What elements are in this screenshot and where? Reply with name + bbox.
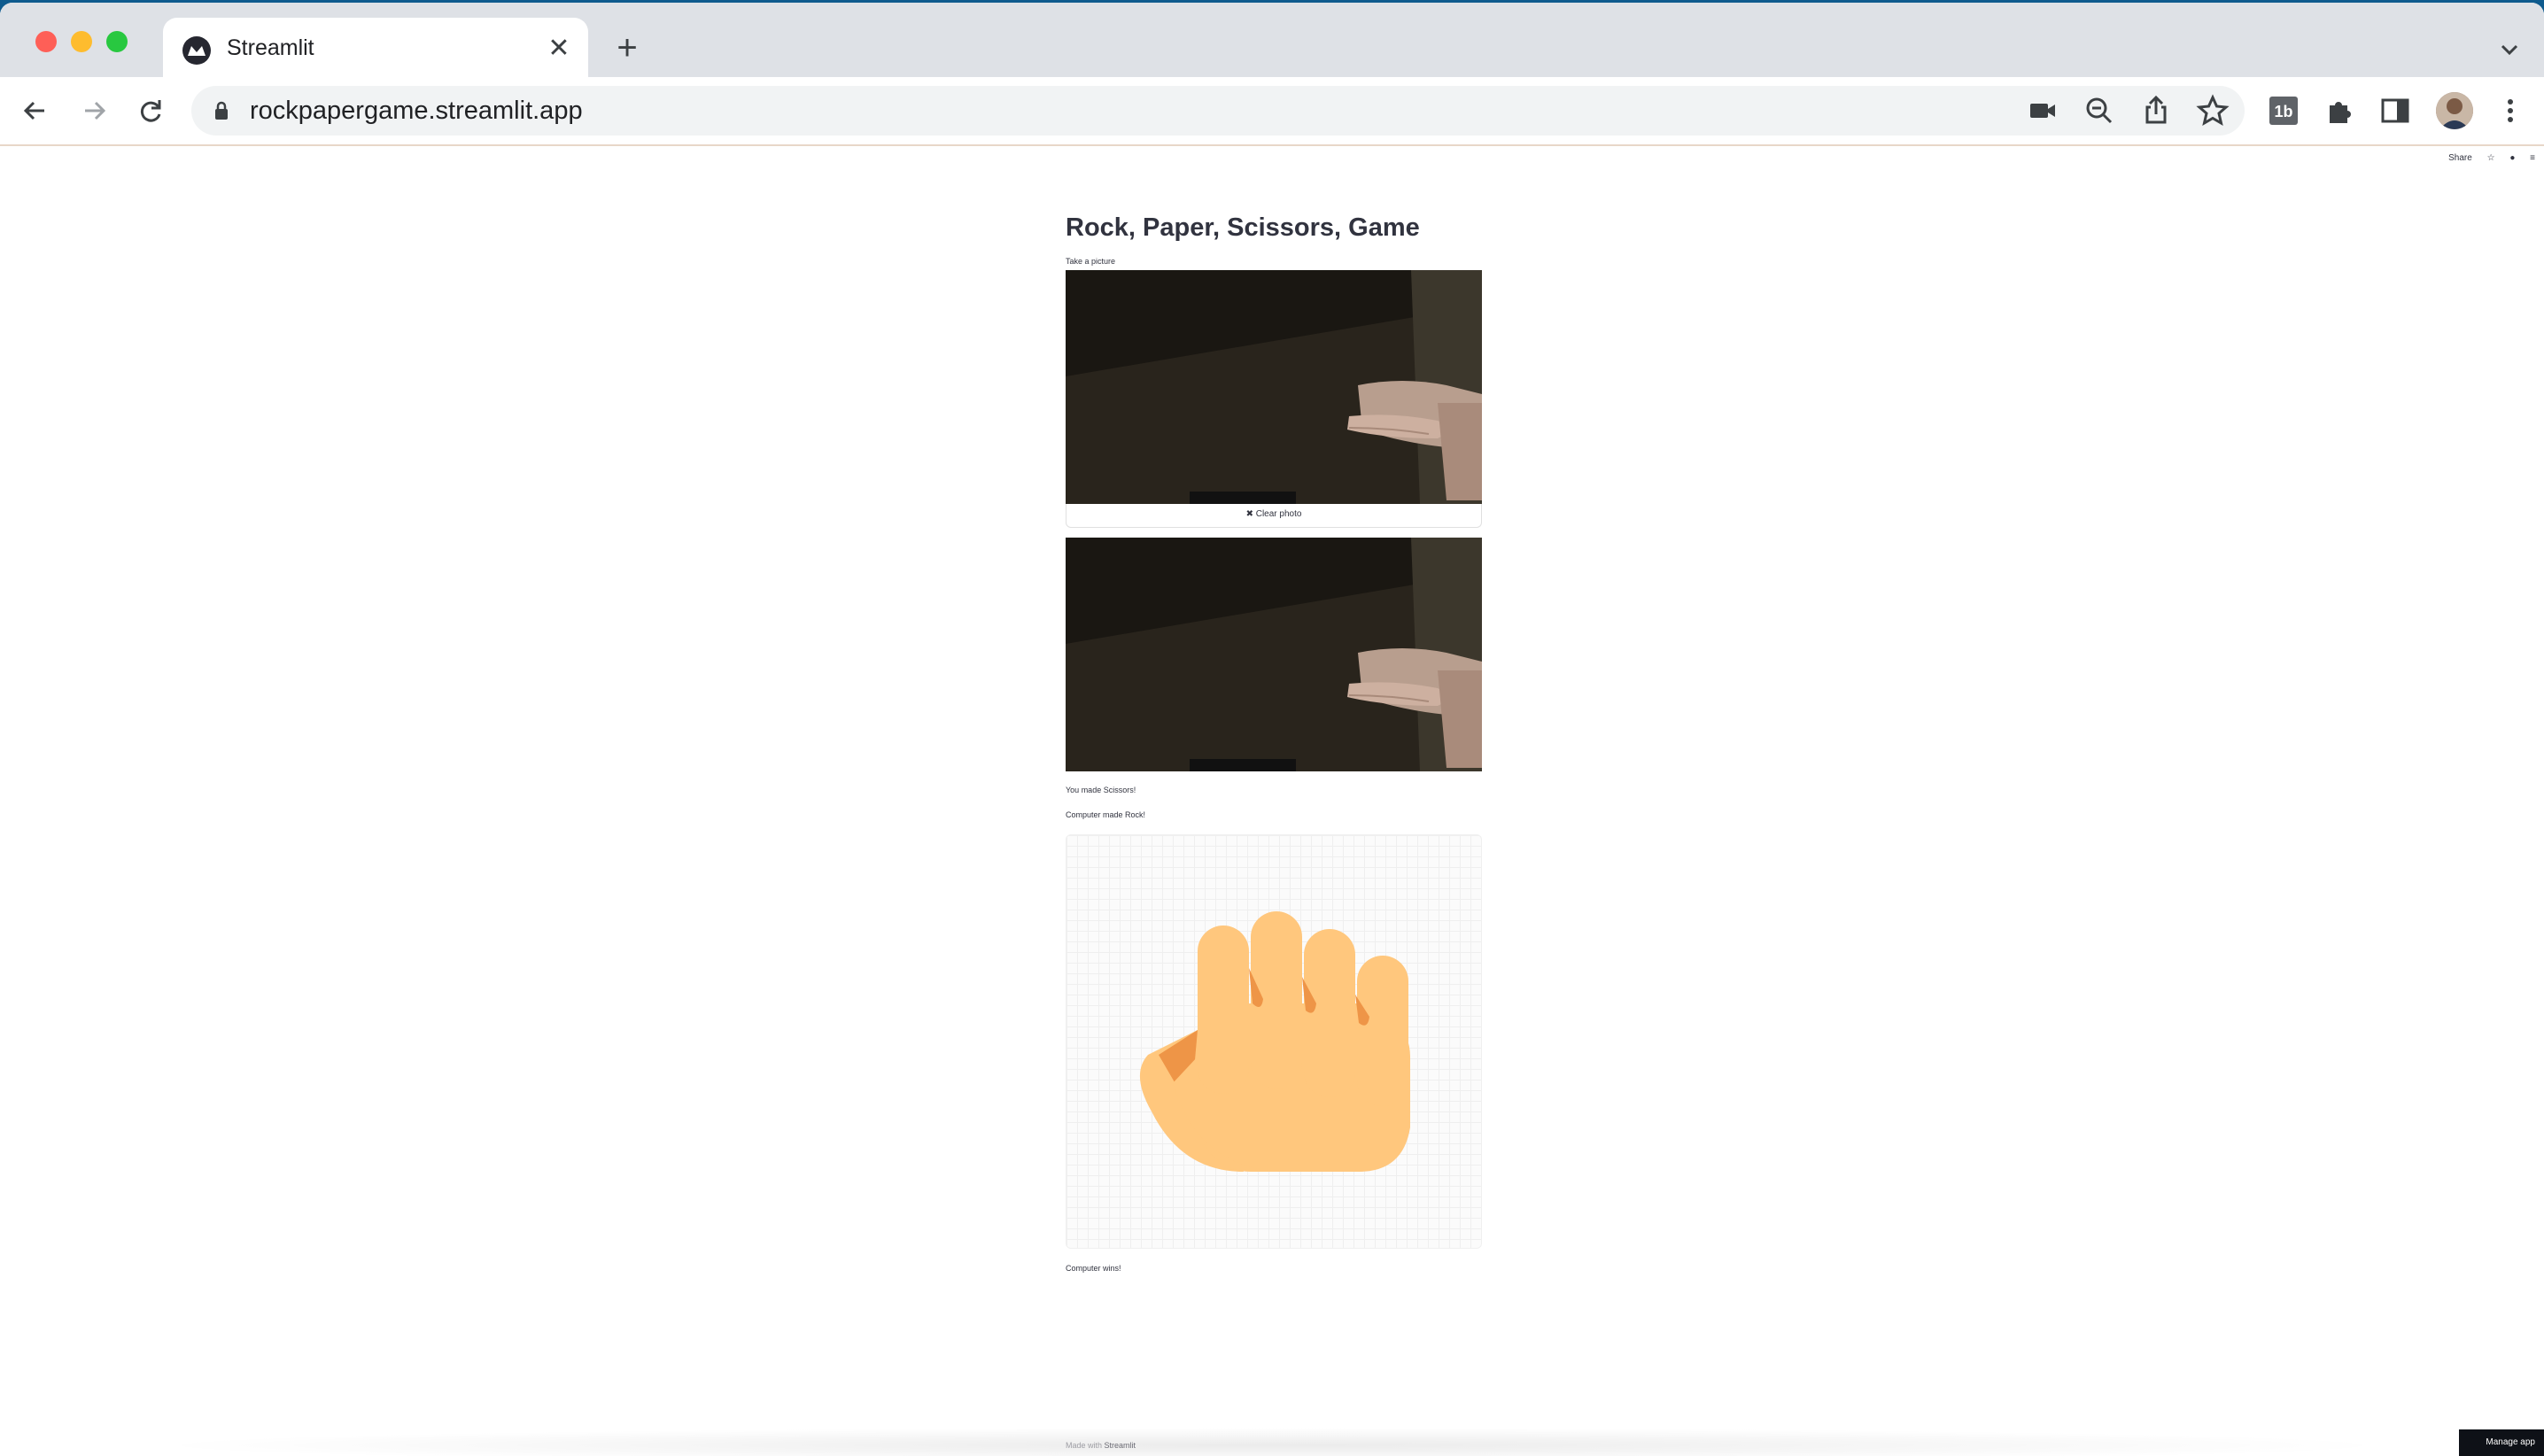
profile-avatar[interactable] <box>2436 92 2473 129</box>
streamlit-page: Share ☆ ● ≡ Rock, Paper, Scissors, Game … <box>0 146 2544 1456</box>
tab-title: Streamlit <box>227 35 314 60</box>
game-result-text: Computer wins! <box>1066 1264 1121 1273</box>
browser-toolbar: rockpapergame.streamlit.app 1b <box>0 77 2544 146</box>
star-icon[interactable]: ☆ <box>2487 153 2495 163</box>
browser-window: Streamlit ✕ + rockpapergame.streamlit.ap… <box>0 3 2544 1456</box>
streamlit-favicon-icon <box>182 36 211 65</box>
url-text: rockpapergame.streamlit.app <box>250 97 583 125</box>
back-arrow-icon[interactable] <box>18 93 53 128</box>
side-panel-icon[interactable] <box>2377 93 2413 128</box>
hamburger-menu-icon[interactable]: ≡ <box>2530 153 2535 163</box>
clear-photo-button[interactable]: ✖ Clear photo <box>1066 504 1482 528</box>
player-move-text: You made Scissors! <box>1066 786 1136 794</box>
page-title: Rock, Paper, Scissors, Game <box>1066 213 1420 242</box>
footer-shadow <box>142 1428 2402 1456</box>
window-minimize-button[interactable] <box>71 31 92 52</box>
window-close-button[interactable] <box>35 31 57 52</box>
computer-move-text: Computer made Rock! <box>1066 810 1146 819</box>
zoom-out-icon[interactable] <box>2082 93 2117 128</box>
browser-tab-active[interactable]: Streamlit ✕ <box>163 18 588 77</box>
footer-streamlit-link[interactable]: Streamlit <box>1105 1441 1136 1450</box>
forward-arrow-icon[interactable] <box>76 93 112 128</box>
tab-search-chevron-icon[interactable] <box>2496 36 2523 63</box>
reload-icon[interactable] <box>133 93 168 128</box>
made-with-streamlit-footer: Made with Streamlit <box>1066 1441 1136 1450</box>
bookmark-star-icon[interactable] <box>2195 93 2230 128</box>
streamlit-header-actions: Share ☆ ● ≡ <box>2436 153 2535 163</box>
camera-input-label: Take a picture <box>1066 257 1116 266</box>
tab-strip: Streamlit ✕ + <box>0 3 2544 77</box>
camera-preview-image[interactable] <box>1066 270 1482 504</box>
github-icon[interactable]: ● <box>2509 153 2515 163</box>
new-tab-icon[interactable]: + <box>609 30 645 67</box>
extensions-puzzle-icon[interactable] <box>2323 93 2358 128</box>
computer-rock-image <box>1066 834 1482 1249</box>
address-bar[interactable]: rockpapergame.streamlit.app <box>191 86 2245 136</box>
extension-1b-icon[interactable]: 1b <box>2266 93 2301 128</box>
share-icon[interactable] <box>2138 93 2174 128</box>
manage-app-label: Manage app <box>2486 1437 2535 1447</box>
camera-in-use-icon[interactable] <box>2025 93 2060 128</box>
footer-made-with: Made with <box>1066 1441 1103 1450</box>
browser-menu-icon[interactable] <box>2493 93 2528 128</box>
raised-fist-icon <box>1139 911 1410 1172</box>
lock-icon <box>215 101 228 120</box>
share-link[interactable]: Share <box>2448 153 2472 163</box>
tab-close-icon[interactable]: ✕ <box>544 34 574 64</box>
window-maximize-button[interactable] <box>106 31 128 52</box>
captured-photo-image <box>1066 538 1482 771</box>
svg-text:1b: 1b <box>2274 103 2292 120</box>
manage-app-button[interactable]: Manage app <box>2459 1429 2544 1456</box>
